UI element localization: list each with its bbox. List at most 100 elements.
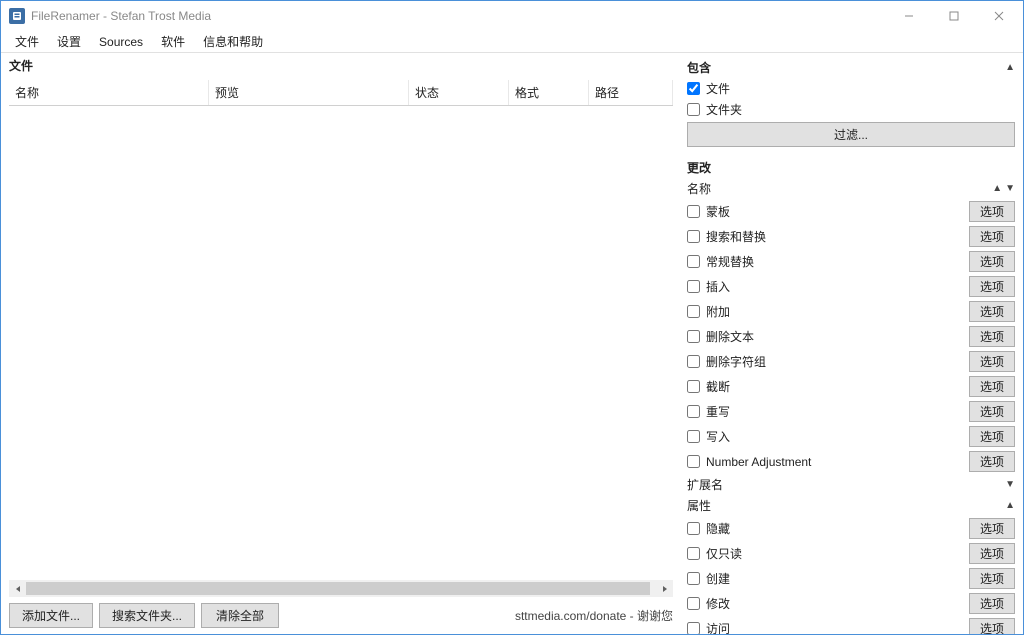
name-item-3-label: 插入 xyxy=(706,278,965,295)
menubar: 文件 设置 Sources 软件 信息和帮助 xyxy=(1,31,1023,53)
name-item-8-checkbox[interactable] xyxy=(687,405,700,418)
name-item-7-options-button[interactable]: 选项 xyxy=(969,376,1015,397)
horizontal-scrollbar[interactable] xyxy=(9,580,673,597)
attr-item-3-label: 修改 xyxy=(706,595,965,612)
name-item-5-checkbox[interactable] xyxy=(687,330,700,343)
collapse-up-icon: ▲ xyxy=(992,183,1002,194)
name-item-7-label: 截断 xyxy=(706,378,965,395)
name-item-4-options-button[interactable]: 选项 xyxy=(969,301,1015,322)
name-item-9-row[interactable]: 写入选项 xyxy=(687,424,1015,449)
name-item-4-checkbox[interactable] xyxy=(687,305,700,318)
expand-down-icon: ▼ xyxy=(1005,183,1015,194)
name-item-8-options-button[interactable]: 选项 xyxy=(969,401,1015,422)
attr-item-0-options-button[interactable]: 选项 xyxy=(969,518,1015,539)
attr-item-0-row[interactable]: 隐藏选项 xyxy=(687,516,1015,541)
name-item-7-row[interactable]: 截断选项 xyxy=(687,374,1015,399)
menu-help[interactable]: 信息和帮助 xyxy=(195,31,271,52)
name-item-1-label: 搜索和替换 xyxy=(706,228,965,245)
scroll-thumb[interactable] xyxy=(26,582,650,595)
window-controls xyxy=(886,2,1021,30)
name-item-6-options-button[interactable]: 选项 xyxy=(969,351,1015,372)
attr-item-4-row[interactable]: 访问选项 xyxy=(687,616,1015,634)
attr-item-3-checkbox[interactable] xyxy=(687,597,700,610)
scroll-track[interactable] xyxy=(26,580,656,597)
col-name[interactable]: 名称 xyxy=(9,80,209,105)
attr-item-2-checkbox[interactable] xyxy=(687,572,700,585)
name-item-2-checkbox[interactable] xyxy=(687,255,700,268)
include-folders-label: 文件夹 xyxy=(706,101,1015,118)
name-item-0-label: 蒙板 xyxy=(706,203,965,220)
name-item-1-options-button[interactable]: 选项 xyxy=(969,226,1015,247)
name-item-6-checkbox[interactable] xyxy=(687,355,700,368)
name-sub-title: 名称 xyxy=(687,180,989,197)
include-folders-checkbox[interactable] xyxy=(687,103,700,116)
scroll-right-icon[interactable] xyxy=(656,580,673,597)
filter-button[interactable]: 过滤... xyxy=(687,122,1015,147)
name-item-3-checkbox[interactable] xyxy=(687,280,700,293)
attr-item-4-options-button[interactable]: 选项 xyxy=(969,618,1015,634)
name-item-0-options-button[interactable]: 选项 xyxy=(969,201,1015,222)
name-item-5-options-button[interactable]: 选项 xyxy=(969,326,1015,347)
col-format[interactable]: 格式 xyxy=(509,80,589,105)
menu-file[interactable]: 文件 xyxy=(7,31,47,52)
col-status[interactable]: 状态 xyxy=(409,80,509,105)
attr-subheader[interactable]: 属性 ▲ xyxy=(687,495,1015,516)
name-item-1-row[interactable]: 搜索和替换选项 xyxy=(687,224,1015,249)
attr-item-4-checkbox[interactable] xyxy=(687,622,700,634)
name-item-0-row[interactable]: 蒙板选项 xyxy=(687,199,1015,224)
menu-software[interactable]: 软件 xyxy=(153,31,193,52)
include-files-checkbox[interactable] xyxy=(687,82,700,95)
col-path[interactable]: 路径 xyxy=(589,80,673,105)
menu-sources[interactable]: Sources xyxy=(91,33,151,51)
name-item-10-checkbox[interactable] xyxy=(687,455,700,468)
include-folders-row[interactable]: 文件夹 xyxy=(687,99,1015,120)
attr-item-4-label: 访问 xyxy=(706,620,965,634)
col-preview[interactable]: 预览 xyxy=(209,80,409,105)
name-item-8-row[interactable]: 重写选项 xyxy=(687,399,1015,424)
attr-item-0-checkbox[interactable] xyxy=(687,522,700,535)
changes-header[interactable]: 更改 xyxy=(687,157,1015,178)
main-body: 文件 名称 预览 状态 格式 路径 添加文件... 搜索文件夹... 清除 xyxy=(1,53,1023,634)
maximize-button[interactable] xyxy=(931,2,976,30)
donate-link[interactable]: sttmedia.com/donate - 谢谢您 xyxy=(515,607,673,624)
name-item-2-options-button[interactable]: 选项 xyxy=(969,251,1015,272)
name-item-9-options-button[interactable]: 选项 xyxy=(969,426,1015,447)
collapse-up-icon: ▲ xyxy=(1005,62,1015,73)
close-button[interactable] xyxy=(976,2,1021,30)
name-item-0-checkbox[interactable] xyxy=(687,205,700,218)
include-files-row[interactable]: 文件 xyxy=(687,78,1015,99)
minimize-button[interactable] xyxy=(886,2,931,30)
menu-settings[interactable]: 设置 xyxy=(49,31,89,52)
name-item-7-checkbox[interactable] xyxy=(687,380,700,393)
attr-item-3-row[interactable]: 修改选项 xyxy=(687,591,1015,616)
add-files-button[interactable]: 添加文件... xyxy=(9,603,93,628)
name-item-3-row[interactable]: 插入选项 xyxy=(687,274,1015,299)
attr-item-2-options-button[interactable]: 选项 xyxy=(969,568,1015,589)
clear-all-button[interactable]: 清除全部 xyxy=(201,603,279,628)
name-item-1-checkbox[interactable] xyxy=(687,230,700,243)
name-item-4-row[interactable]: 附加选项 xyxy=(687,299,1015,324)
scroll-left-icon[interactable] xyxy=(9,580,26,597)
name-item-5-row[interactable]: 删除文本选项 xyxy=(687,324,1015,349)
attr-item-2-row[interactable]: 创建选项 xyxy=(687,566,1015,591)
name-item-10-row[interactable]: Number Adjustment选项 xyxy=(687,449,1015,474)
attr-item-1-checkbox[interactable] xyxy=(687,547,700,560)
name-item-10-options-button[interactable]: 选项 xyxy=(969,451,1015,472)
attr-item-1-row[interactable]: 仅只读选项 xyxy=(687,541,1015,566)
table-header: 名称 预览 状态 格式 路径 xyxy=(9,80,673,106)
changes-title: 更改 xyxy=(687,159,1015,176)
expand-down-icon: ▼ xyxy=(1005,479,1015,490)
ext-subheader[interactable]: 扩展名 ▼ xyxy=(687,474,1015,495)
collapse-up-icon: ▲ xyxy=(1005,500,1015,511)
include-header[interactable]: 包含 ▲ xyxy=(687,57,1015,78)
name-item-3-options-button[interactable]: 选项 xyxy=(969,276,1015,297)
name-item-9-checkbox[interactable] xyxy=(687,430,700,443)
name-subheader[interactable]: 名称 ▲ ▼ xyxy=(687,178,1015,199)
attr-item-3-options-button[interactable]: 选项 xyxy=(969,593,1015,614)
include-title: 包含 xyxy=(687,59,1002,76)
attr-item-1-options-button[interactable]: 选项 xyxy=(969,543,1015,564)
search-folder-button[interactable]: 搜索文件夹... xyxy=(99,603,195,628)
table-body[interactable] xyxy=(9,106,673,576)
name-item-2-row[interactable]: 常规替换选项 xyxy=(687,249,1015,274)
name-item-6-row[interactable]: 删除字符组选项 xyxy=(687,349,1015,374)
